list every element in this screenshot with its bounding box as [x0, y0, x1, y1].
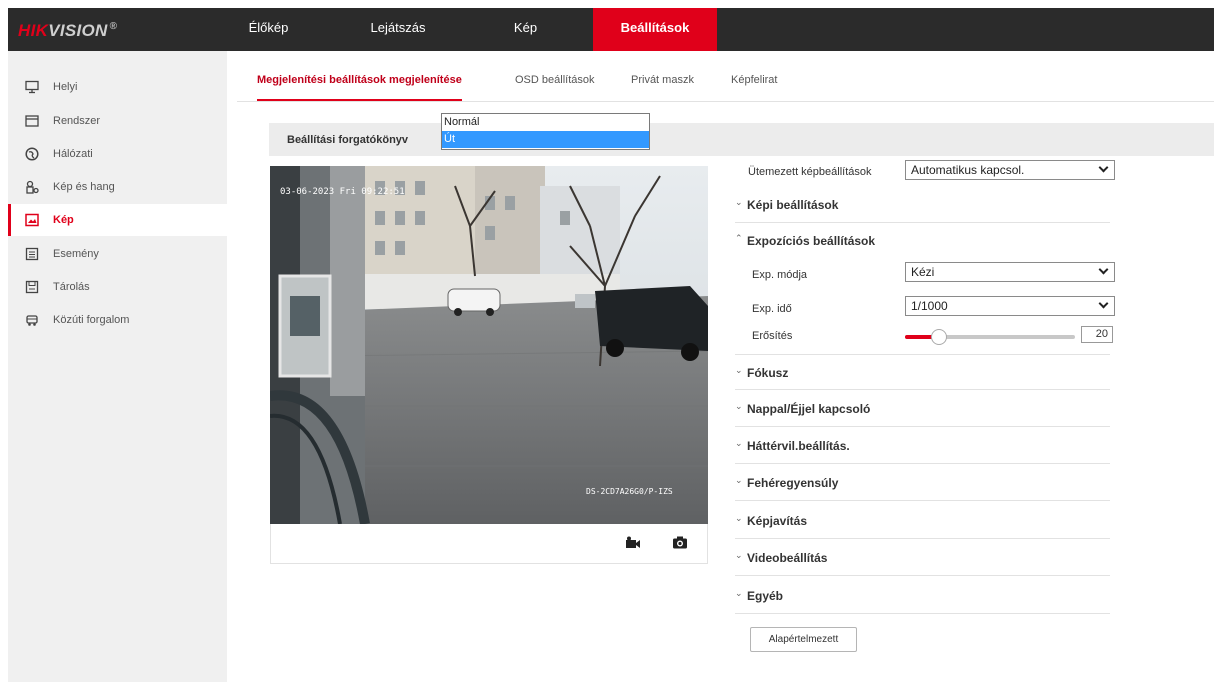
scenario-dropdown-list[interactable]: Normál Út: [441, 113, 650, 150]
section-other[interactable]: ⌄ Egyéb: [735, 578, 1110, 614]
chevron-down-icon: ⌄: [735, 550, 743, 560]
gain-slider-handle[interactable]: [931, 329, 947, 345]
video-audio-icon: [25, 180, 39, 194]
chevron-down-icon: ⌄: [735, 475, 743, 485]
monitor-icon: [25, 80, 39, 94]
camera-scene: 03-06-2023 Fri 09:22:51 DS-2CD7A26G0/P-I…: [270, 166, 708, 524]
exposure-mode-label: Exp. módja: [752, 269, 808, 281]
gain-label: Erősítés: [752, 330, 793, 342]
section-day-night[interactable]: ⌄ Nappal/Éjjel kapcsoló: [735, 391, 1110, 427]
chevron-down-icon: ⌄: [735, 365, 743, 375]
chevron-up-icon: ⌃: [735, 233, 743, 243]
settings-tabs: Megjelenítési beállítások megjelenítése …: [237, 68, 1214, 102]
scenario-option-normal[interactable]: Normál: [442, 114, 649, 131]
gain-value-input[interactable]: 20: [1081, 326, 1113, 343]
scenario-bar: Beállítási forgatókönyv: [269, 123, 1214, 156]
video-timestamp: 03-06-2023 Fri 09:22:51: [280, 187, 405, 197]
exposure-time-label: Exp. idő: [752, 303, 792, 315]
nav-configuration[interactable]: Beállítások: [593, 8, 717, 51]
nav-live-view[interactable]: Élőkép: [241, 8, 296, 51]
scenario-option-road[interactable]: Út: [442, 131, 649, 148]
chevron-down-icon: [1098, 264, 1109, 275]
sidebar-item-label: Esemény: [53, 248, 99, 260]
exposure-mode-select[interactable]: Kézi: [905, 262, 1115, 282]
chevron-down-icon: ⌄: [735, 588, 743, 598]
schedule-label: Ütemezett képbeállítások: [748, 166, 872, 178]
record-icon[interactable]: [625, 536, 641, 555]
tab-osd-settings[interactable]: OSD beállítások: [515, 74, 594, 101]
sidebar-item-label: Helyi: [53, 81, 78, 93]
traffic-icon: [25, 313, 39, 327]
section-video-adjustment[interactable]: ⌄ Videobeállítás: [735, 540, 1110, 576]
tab-privacy-mask[interactable]: Privát maszk: [631, 74, 694, 101]
top-navigation-bar: HIKVISION ® Élőkép Lejátszás Kép Beállítá…: [8, 8, 1214, 51]
sidebar-item-traffic[interactable]: Közúti forgalom: [8, 304, 227, 336]
nav-playback[interactable]: Lejátszás: [363, 8, 433, 51]
sidebar-item-storage[interactable]: Tárolás: [8, 271, 227, 303]
section-backlight[interactable]: ⌄ Háttérvil.beállítás.: [735, 428, 1110, 464]
sidebar-item-video-audio[interactable]: Kép és hang: [8, 171, 227, 203]
section-image-enhancement[interactable]: ⌄ Képjavítás: [735, 503, 1110, 539]
image-icon: [25, 213, 39, 227]
hikvision-logo: HIKVISION ®: [18, 21, 118, 40]
schedule-select[interactable]: Automatikus kapcsol.: [905, 160, 1115, 180]
chevron-down-icon: ⌄: [735, 513, 743, 523]
sidebar-item-label: Kép és hang: [53, 181, 115, 193]
event-icon: [25, 247, 39, 261]
sidebar-item-label: Közúti forgalom: [53, 314, 130, 326]
sidebar-item-system[interactable]: Rendszer: [8, 105, 227, 137]
system-icon: [25, 114, 39, 128]
scenario-label: Beállítási forgatókönyv: [287, 134, 409, 146]
chevron-down-icon: ⌄: [735, 197, 743, 207]
storage-icon: [25, 280, 39, 294]
sidebar: Helyi Rendszer Hálózati Kép és hang Kép …: [8, 51, 227, 682]
section-focus[interactable]: ⌄ Fókusz: [735, 354, 1110, 390]
camera-icon[interactable]: [672, 535, 688, 555]
nav-picture[interactable]: Kép: [498, 8, 553, 51]
default-button[interactable]: Alapértelmezett: [750, 627, 857, 652]
section-image-settings[interactable]: ⌄ Képi beállítások: [735, 187, 1110, 223]
camera-name-overlay: DS-2CD7A26G0/P-IZS: [586, 487, 673, 496]
sidebar-item-event[interactable]: Esemény: [8, 238, 227, 270]
chevron-down-icon: ⌄: [735, 438, 743, 448]
sidebar-item-image[interactable]: Kép: [8, 204, 227, 236]
sidebar-item-network[interactable]: Hálózati: [8, 138, 227, 170]
section-white-balance[interactable]: ⌄ Fehéregyensúly: [735, 465, 1110, 501]
chevron-down-icon: ⌄: [735, 401, 743, 411]
sidebar-item-label: Hálózati: [53, 148, 93, 160]
section-exposure[interactable]: ⌃ Expozíciós beállítások: [735, 223, 1110, 259]
sidebar-item-local[interactable]: Helyi: [8, 71, 227, 103]
tab-display-settings[interactable]: Megjelenítési beállítások megjelenítése: [257, 74, 462, 101]
globe-icon: [25, 147, 39, 161]
sidebar-item-label: Rendszer: [53, 115, 101, 127]
video-toolbar: [270, 524, 708, 564]
chevron-down-icon: [1098, 298, 1109, 309]
chevron-down-icon: [1098, 162, 1109, 173]
tab-image-overlay[interactable]: Képfelirat: [731, 74, 777, 101]
sidebar-item-label: Kép: [53, 214, 74, 226]
sidebar-item-label: Tárolás: [53, 281, 90, 293]
live-video[interactable]: 03-06-2023 Fri 09:22:51 DS-2CD7A26G0/P-I…: [270, 166, 708, 524]
exposure-time-select[interactable]: 1/1000: [905, 296, 1115, 316]
